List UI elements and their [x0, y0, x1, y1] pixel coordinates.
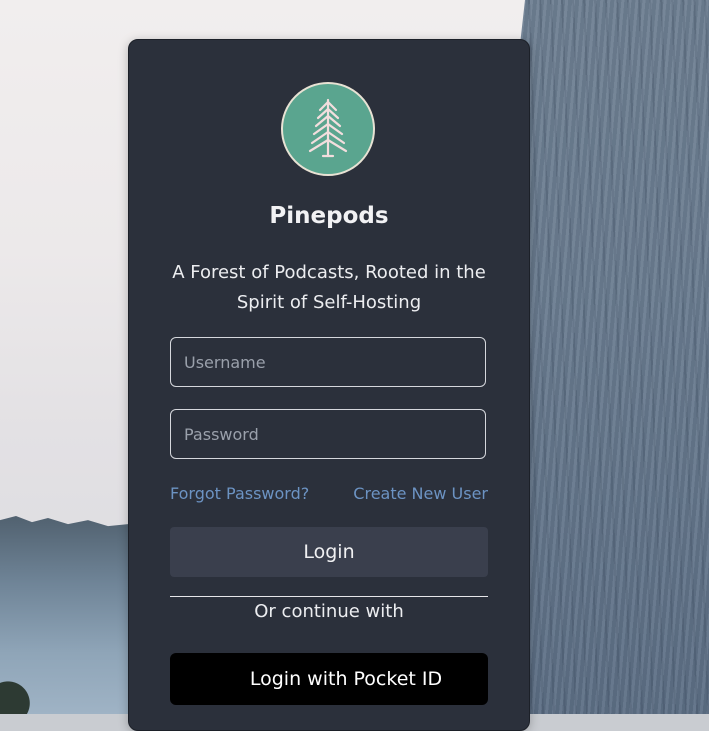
continue-with-text: Or continue with — [254, 601, 404, 622]
app-logo — [281, 82, 375, 176]
login-button[interactable]: Login — [170, 527, 488, 577]
divider — [170, 596, 488, 597]
pine-tree-icon — [308, 98, 348, 158]
username-input[interactable] — [170, 337, 486, 387]
password-input[interactable] — [170, 409, 486, 459]
forgot-password-link[interactable]: Forgot Password? — [170, 484, 309, 503]
login-card: Pinepods A Forest of Podcasts, Rooted in… — [128, 39, 530, 731]
background-tree — [0, 660, 40, 714]
pocket-id-button-label: Login with Pocket ID — [249, 668, 443, 690]
create-user-link[interactable]: Create New User — [353, 484, 488, 503]
app-title: Pinepods — [269, 203, 389, 229]
login-button-label: Login — [303, 541, 355, 563]
app-tagline: A Forest of Podcasts, Rooted in the Spir… — [172, 262, 486, 313]
background-cliff — [509, 0, 709, 714]
pocket-id-login-button[interactable]: Login with Pocket ID — [170, 653, 488, 705]
